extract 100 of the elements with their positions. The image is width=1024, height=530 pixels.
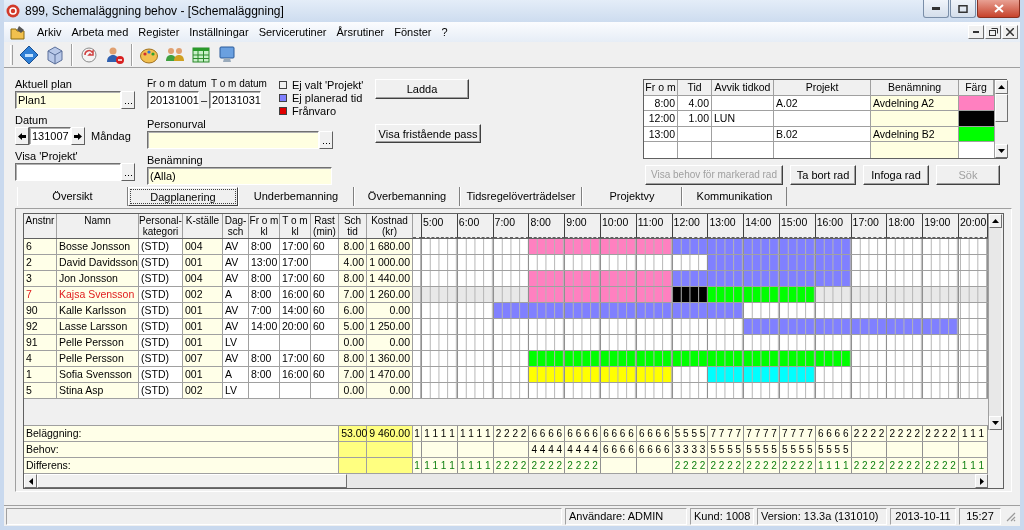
tab[interactable]: Underbemanning: [238, 187, 354, 206]
menu-item[interactable]: ?: [436, 26, 453, 38]
action-button[interactable]: Visa fristående pass: [375, 124, 481, 143]
menu-item[interactable]: Fönster: [389, 26, 437, 38]
table-cell: 1 260.00: [367, 287, 413, 302]
column-header[interactable]: Anstnr: [24, 214, 57, 238]
table-cell: 2: [24, 255, 57, 270]
count-value: 6 6 6 6: [636, 442, 673, 457]
table-cell: Kajsa Svensson: [57, 287, 139, 302]
legend-label: Ej planerad tid: [292, 91, 363, 104]
table-cell: Lasse Larsson: [57, 319, 139, 334]
table-cell: 1 000.00: [367, 255, 413, 270]
table-cell: 0.00: [339, 335, 367, 350]
table-cell: 8.00: [339, 239, 367, 254]
count-value: 2 2 2 2: [529, 458, 566, 473]
table-cell: 60: [311, 319, 339, 334]
menu-item[interactable]: Årsrutiner: [331, 26, 390, 38]
legend-label: Frånvaro: [292, 104, 337, 117]
table-cell: 1: [24, 367, 57, 382]
hour-header: 12:00: [672, 214, 709, 238]
hour-header: 19:00: [923, 214, 959, 238]
menu-item[interactable]: Arbeta med: [66, 26, 134, 38]
table-cell: 004: [183, 271, 223, 286]
table-cell: LV: [223, 383, 249, 398]
table-cell: (STD): [139, 303, 183, 318]
count-value: 7 7 7 7: [708, 426, 745, 441]
column-header[interactable]: Dag- sch: [223, 214, 249, 238]
column-header[interactable]: Personal- kategori: [139, 214, 183, 238]
table-cell: 4.00: [678, 95, 712, 110]
date-field[interactable]: 131007: [29, 127, 71, 145]
description-field[interactable]: (Alla): [147, 167, 332, 185]
column-header[interactable]: Benämning: [871, 80, 959, 95]
table-cell: 6.00: [339, 303, 367, 318]
to-date-field[interactable]: 20131031: [209, 91, 261, 109]
column-header[interactable]: Fr o m: [644, 80, 678, 95]
column-header[interactable]: Sch tid: [339, 214, 367, 238]
tab[interactable]: Överbemanning: [354, 187, 460, 206]
count-value: 6 6 6 6: [601, 442, 637, 457]
from-date-field[interactable]: 20131001: [147, 91, 199, 109]
count-value: 2 2 2 2: [923, 458, 959, 473]
table-cell: 0.00: [367, 383, 413, 398]
tab[interactable]: Dagplanering: [128, 187, 238, 206]
menu-item[interactable]: Inställningar: [184, 26, 254, 38]
table-cell: 8:00: [644, 95, 678, 110]
legend-label: Ej valt 'Projekt': [292, 78, 364, 91]
field-label: Benämning: [147, 153, 204, 167]
count-value: 6 6 6 6: [601, 426, 637, 441]
table-cell: 1 470.00: [367, 367, 413, 382]
column-header[interactable]: T o m kl: [280, 214, 311, 238]
table-cell: AV: [223, 255, 249, 270]
count-value: 5 5 5 5: [672, 426, 709, 441]
table-cell: 002: [183, 287, 223, 302]
column-header[interactable]: Projekt: [774, 80, 871, 95]
table-cell: LV: [223, 335, 249, 350]
grid-action-button[interactable]: Ta bort rad: [790, 164, 856, 185]
table-cell: (STD): [139, 255, 183, 270]
field-label: Fr o m datum: [147, 77, 207, 91]
action-button[interactable]: Ladda: [375, 79, 469, 99]
table-cell: 7: [24, 287, 57, 302]
count-value: 7 7 7 7: [744, 426, 780, 441]
plan-field[interactable]: Plan1: [15, 91, 121, 109]
table-cell: 1 680.00: [367, 239, 413, 254]
hour-header: 16:00: [815, 214, 852, 238]
menu-item[interactable]: Arkiv: [32, 26, 67, 38]
hour-header: 15:00: [779, 214, 816, 238]
count-value: 2 2 2 2: [887, 426, 924, 441]
table-cell: 60: [311, 271, 339, 286]
column-header[interactable]: K-ställe: [183, 214, 223, 238]
column-header[interactable]: Rast (min): [311, 214, 339, 238]
column-header[interactable]: Avvik tidkod: [712, 80, 774, 95]
count-value: 2 2 2 2: [493, 458, 530, 473]
total-label: Behov:: [24, 442, 340, 457]
count-value: 2 2 2 2: [708, 458, 745, 473]
field-label: Visa 'Projekt': [15, 149, 79, 163]
count-value: 2 2 2 2: [780, 458, 816, 473]
table-cell: 14:00: [249, 319, 280, 334]
table-cell: 16:00: [280, 367, 311, 382]
table-cell: Stina Asp: [57, 383, 139, 398]
table-cell: 002: [183, 383, 223, 398]
menu-item[interactable]: Register: [133, 26, 185, 38]
count-value: 2 2 2 2: [493, 426, 530, 441]
table-cell: 60: [311, 287, 339, 302]
column-header[interactable]: Fr o m kl: [249, 214, 280, 238]
column-header[interactable]: Tid: [678, 80, 712, 95]
table-cell: 13:00: [249, 255, 280, 270]
hour-header: 7:00: [493, 214, 530, 238]
table-cell: 5: [24, 383, 57, 398]
table-cell: 4.00: [339, 255, 367, 270]
status-text: 2013-10-11: [890, 507, 956, 525]
menu-item[interactable]: Servicerutiner: [253, 26, 332, 38]
tab[interactable]: Tidsregelöverträdelser: [460, 187, 582, 206]
column-header[interactable]: Namn: [57, 214, 139, 238]
tab[interactable]: Kommunikation: [682, 187, 787, 206]
table-cell: 14:00: [280, 303, 311, 318]
table-cell: 17:00: [280, 255, 311, 270]
table-cell: 20:00: [280, 319, 311, 334]
grid-action-button[interactable]: Infoga rad: [863, 164, 929, 185]
table-cell: 8.00: [339, 351, 367, 366]
tab[interactable]: Projektvy: [582, 187, 682, 206]
table-cell: 8:00: [249, 271, 280, 286]
